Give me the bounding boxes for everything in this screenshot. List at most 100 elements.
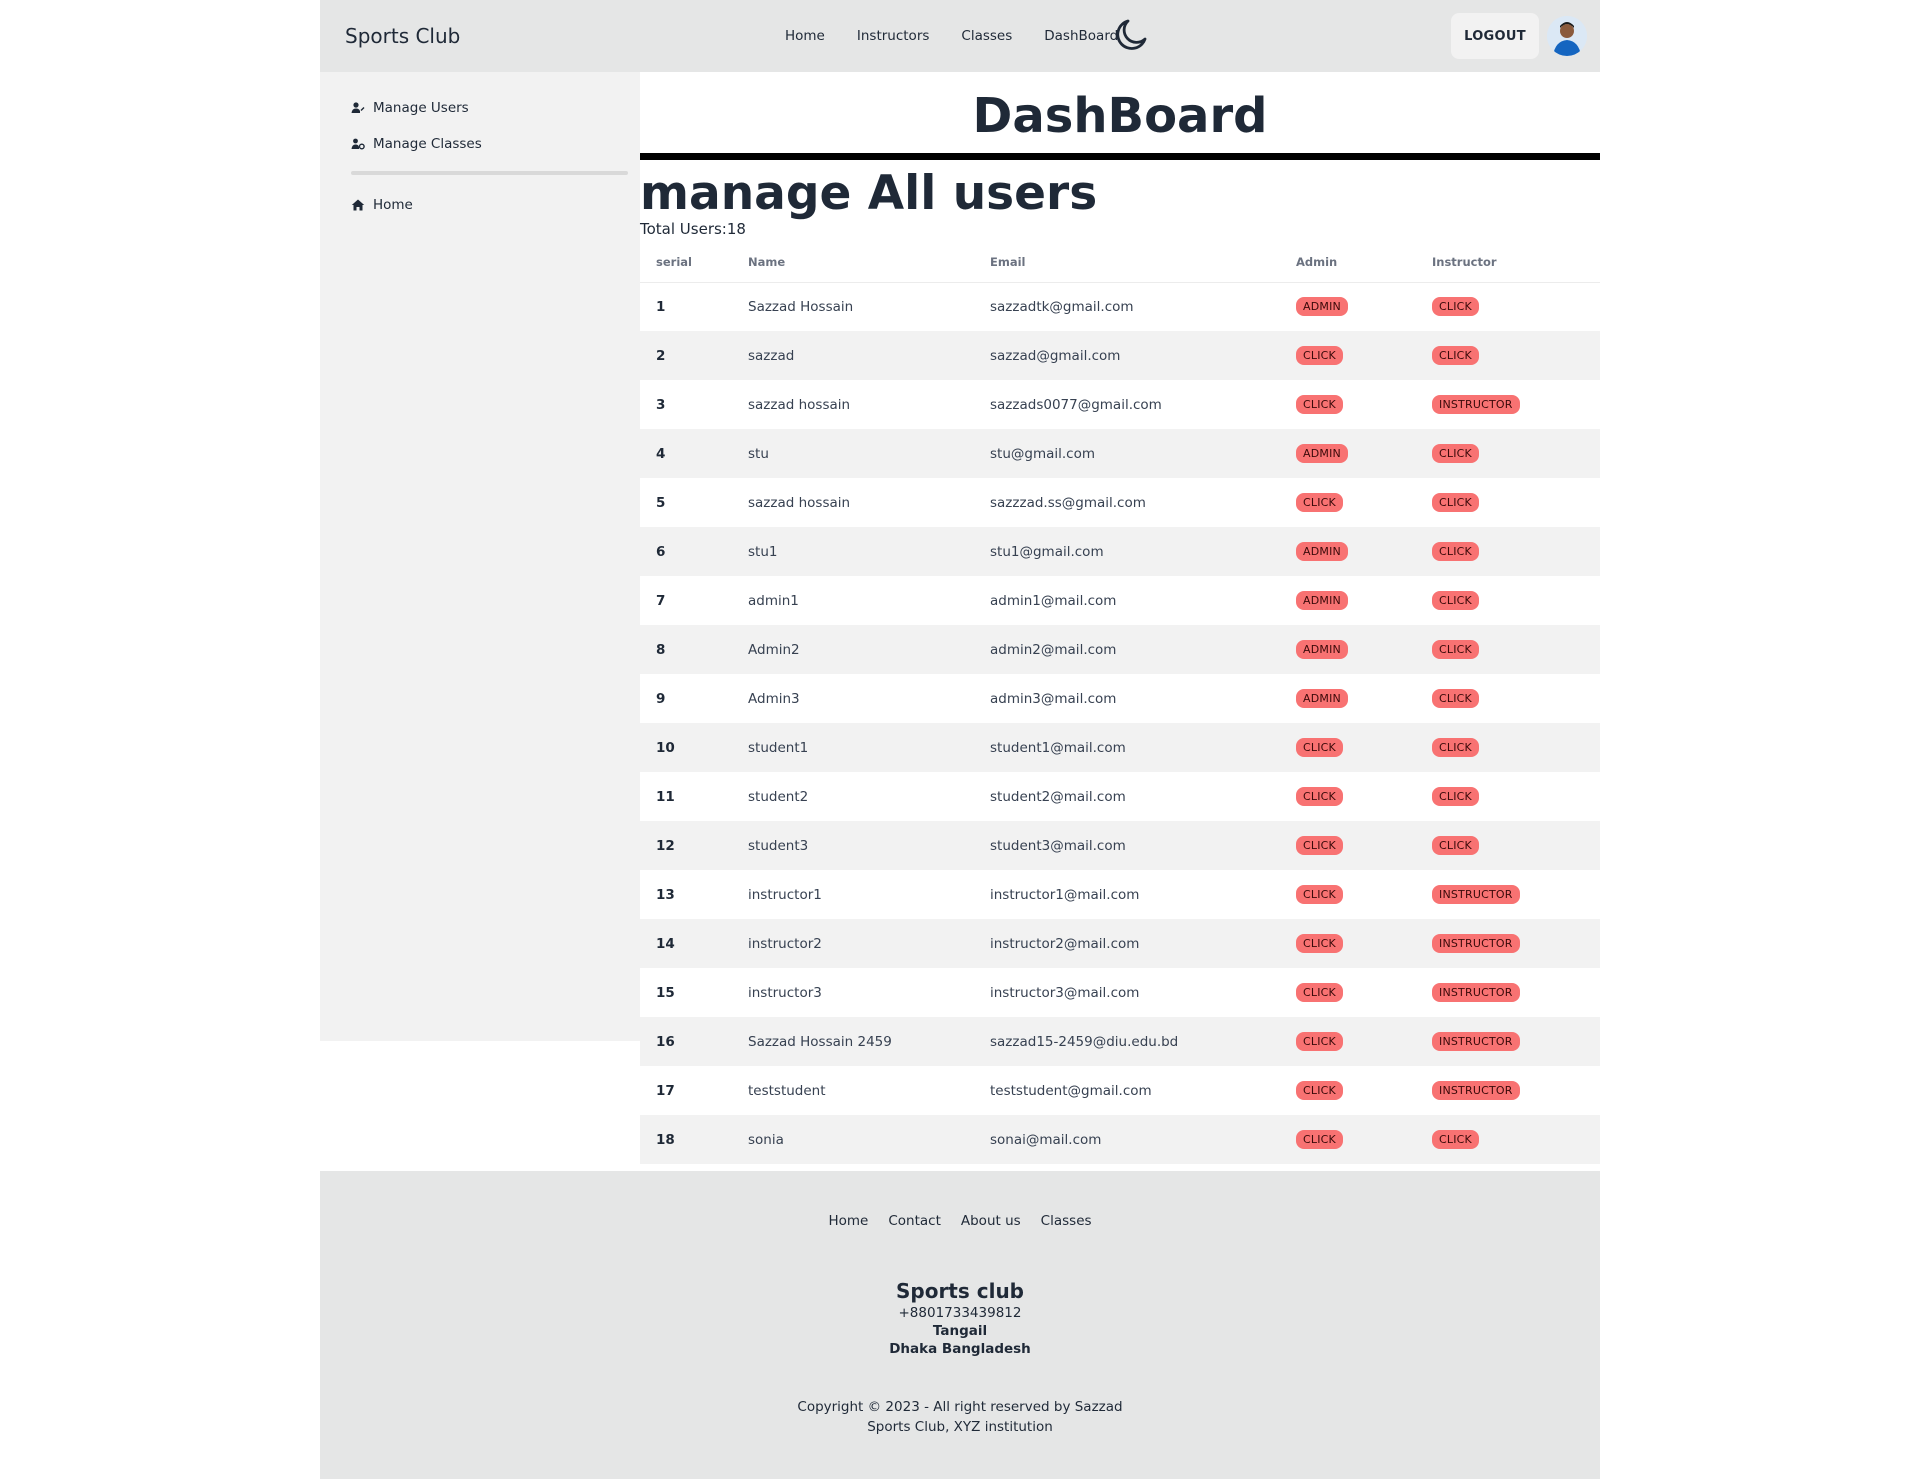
cell-email: admin3@mail.com [990,690,1117,707]
cell-instructor: CLICK [1416,527,1600,576]
admin-badge[interactable]: CLICK [1296,738,1343,757]
instructor-badge[interactable]: CLICK [1432,1130,1479,1149]
cell-name: student1 [732,723,974,772]
column-header-instructor: Instructor [1416,242,1600,283]
nav-link-classes[interactable]: Classes [961,28,1012,44]
admin-badge[interactable]: CLICK [1296,1081,1343,1100]
instructor-badge[interactable]: CLICK [1432,738,1479,757]
sidebar-divider [351,171,628,175]
table-row: 8 Admin2 admin2@mail.com ADMIN CLICK [640,625,1600,674]
instructor-badge[interactable]: CLICK [1432,542,1479,561]
cell-name: stu1 [732,527,974,576]
home-icon [351,199,365,211]
cell-email: sonai@mail.com [974,1115,1280,1164]
admin-badge[interactable]: CLICK [1296,1032,1343,1051]
cell-serial: 2 [640,331,732,380]
instructor-badge[interactable]: CLICK [1432,787,1479,806]
cell-admin: ADMIN [1280,625,1416,674]
cell-serial: 11 [656,788,675,805]
nav-link-home[interactable]: Home [785,28,825,44]
admin-badge[interactable]: ADMIN [1296,297,1348,317]
column-header-email: Email [974,242,1280,283]
cell-serial: 9 [656,690,666,707]
admin-badge[interactable]: CLICK [1296,836,1343,855]
footer-links: Home Contact About us Classes [320,1213,1600,1229]
cell-instructor: CLICK [1416,478,1600,527]
table-body: 1 Sazzad Hossain sazzadtk@gmail.com ADMIN CL… [640,282,1600,1164]
cell-instructor: INSTRUCTOR [1416,380,1600,429]
instructor-badge[interactable]: CLICK [1432,836,1479,855]
cell-serial: 10 [640,723,732,772]
nav-link-dashboard[interactable]: DashBoard [1044,28,1118,44]
cell-admin: CLICK [1280,870,1416,919]
footer-link-contact[interactable]: Contact [888,1213,941,1229]
sidebar-item-manage-classes[interactable]: Manage Classes [320,126,640,162]
instructor-badge[interactable]: CLICK [1432,689,1479,708]
cell-email: stu1@gmail.com [974,527,1280,576]
footer-phone: +8801733439812 [898,1305,1022,1321]
instructor-badge[interactable]: INSTRUCTOR [1432,885,1520,904]
admin-badge[interactable]: ADMIN [1296,591,1348,610]
cell-email: teststudent@gmail.com [990,1082,1152,1099]
sidebar-item-manage-users[interactable]: Manage Users [320,90,640,126]
cell-admin: CLICK [1280,1066,1416,1115]
instructor-badge[interactable]: INSTRUCTOR [1432,395,1520,414]
cell-serial: 3 [656,396,666,413]
instructor-badge[interactable]: CLICK [1432,640,1479,659]
nav-links: Home Instructors Classes DashBoard [785,0,1118,72]
instructor-badge[interactable]: INSTRUCTOR [1432,983,1520,1002]
instructor-badge[interactable]: INSTRUCTOR [1432,1032,1520,1051]
instructor-badge[interactable]: INSTRUCTOR [1432,1081,1520,1100]
moon-icon[interactable] [1113,17,1149,53]
cell-serial: 7 [656,592,666,609]
admin-badge[interactable]: ADMIN [1296,542,1348,561]
footer-link-home[interactable]: Home [828,1213,868,1229]
table-header: serial Name Email Admin Instructor [640,242,1600,283]
logout-button[interactable]: LOGOUT [1451,13,1539,59]
cell-instructor: CLICK [1416,674,1600,723]
brand-logo[interactable]: Sports Club [345,24,460,48]
instructor-badge[interactable]: INSTRUCTOR [1432,934,1520,953]
footer-link-about[interactable]: About us [961,1213,1021,1229]
users-gear-icon [351,138,365,150]
admin-badge[interactable]: CLICK [1296,934,1343,953]
admin-badge[interactable]: CLICK [1296,493,1343,512]
cell-admin: CLICK [1280,1017,1416,1066]
cell-instructor: CLICK [1416,576,1600,625]
nav-link-instructors[interactable]: Instructors [857,28,930,44]
admin-badge[interactable]: CLICK [1296,885,1343,904]
cell-name: teststudent [748,1082,826,1099]
page-title: DashBoard [640,72,1600,160]
table-row: 11 student2 student2@mail.com CLICK CLICK [640,772,1600,821]
copyright: Copyright © 2023 - All right reserved by… [320,1397,1600,1437]
cell-instructor: CLICK [1416,723,1600,772]
instructor-badge[interactable]: CLICK [1432,444,1479,463]
cell-name: sonia [732,1115,974,1164]
admin-badge[interactable]: CLICK [1296,1130,1343,1149]
sidebar-item-home[interactable]: Home [320,187,640,223]
cell-serial: 4 [640,429,732,478]
navbar: Sports Club Home Instructors Classes Das… [320,0,1600,72]
admin-badge[interactable]: ADMIN [1296,640,1348,659]
cell-instructor: CLICK [1416,282,1600,331]
cell-instructor: CLICK [1416,821,1600,870]
admin-badge[interactable]: CLICK [1296,346,1343,365]
admin-badge[interactable]: ADMIN [1296,689,1348,708]
footer-link-classes[interactable]: Classes [1041,1213,1092,1229]
admin-badge[interactable]: ADMIN [1296,444,1348,463]
instructor-badge[interactable]: CLICK [1432,346,1479,365]
avatar[interactable] [1547,16,1587,56]
cell-instructor: INSTRUCTOR [1416,1066,1600,1115]
sidebar-item-label: Manage Users [373,100,469,116]
instructor-badge[interactable]: CLICK [1432,297,1479,317]
cell-name: Sazzad Hossain [748,298,854,315]
footer-brand: Sports club [895,1279,1025,1303]
admin-badge[interactable]: CLICK [1296,395,1343,414]
table-row: 13 instructor1 instructor1@mail.com CLICK IN… [640,870,1600,919]
instructor-badge[interactable]: CLICK [1432,591,1479,610]
cell-instructor: INSTRUCTOR [1416,968,1600,1017]
users-table: serial Name Email Admin Instructor 1 Sazz… [640,242,1600,1164]
admin-badge[interactable]: CLICK [1296,983,1343,1002]
admin-badge[interactable]: CLICK [1296,787,1343,806]
instructor-badge[interactable]: CLICK [1432,493,1479,512]
